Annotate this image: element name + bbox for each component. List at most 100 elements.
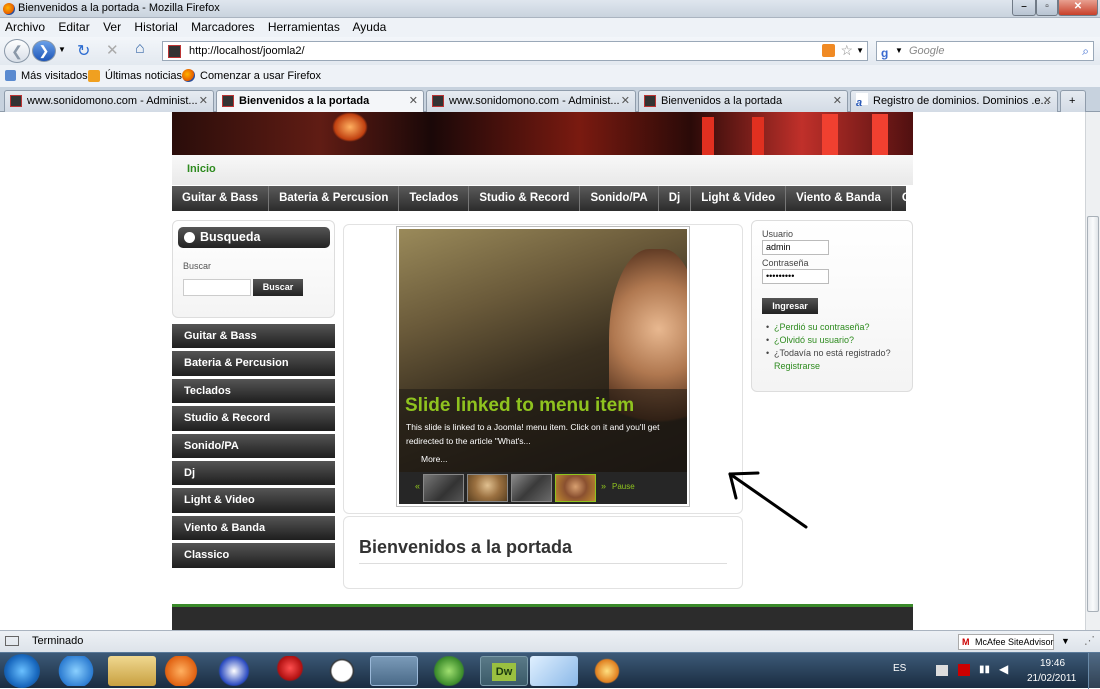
slide-pause-button[interactable]: Pause — [612, 482, 635, 491]
slide-more-link[interactable]: More... — [421, 454, 447, 464]
forgot-password-link[interactable]: ¿Perdió su contraseña? — [774, 322, 870, 332]
topnav-teclados[interactable]: Teclados — [399, 186, 470, 211]
minimize-button[interactable]: – — [1012, 0, 1036, 16]
top-navigation: Guitar & Bass Bateria & Percusion Teclad… — [172, 186, 949, 211]
slide-title[interactable]: Slide linked to menu item — [405, 395, 634, 417]
menu-ayuda[interactable]: Ayuda — [353, 20, 387, 34]
leftmenu-studio-record[interactable]: Studio & Record — [172, 406, 335, 431]
slide-thumbnail-4-active[interactable] — [555, 474, 596, 502]
topnav-bateria-percusion[interactable]: Bateria & Percusion — [269, 186, 400, 211]
paint-icon[interactable] — [583, 656, 631, 686]
addon-dropdown-icon[interactable]: ▼ — [1061, 631, 1070, 652]
tab-sonidomono-admin-1[interactable]: www.sonidomono.com - Administ... ✕ — [4, 90, 214, 112]
show-desktop-button[interactable] — [1088, 653, 1100, 689]
resize-grip-icon[interactable]: ⋰ — [1084, 631, 1095, 652]
bookmark-getting-started[interactable]: Comenzar a usar Firefox — [200, 65, 321, 87]
menu-archivo[interactable]: Archivo — [5, 20, 45, 34]
scrollbar-thumb[interactable] — [1087, 216, 1099, 612]
stop-icon[interactable]: ✕ — [106, 41, 119, 59]
file-explorer-icon[interactable] — [108, 656, 156, 686]
tab-registro-dominios[interactable]: a Registro de dominios. Dominios .e... ✕ — [850, 90, 1058, 112]
back-button[interactable]: ❮ — [4, 39, 30, 63]
leftmenu-classico[interactable]: Classico — [172, 543, 335, 568]
media-player-icon[interactable] — [157, 656, 205, 686]
register-link[interactable]: Registrarse — [774, 361, 820, 371]
rss-icon[interactable] — [822, 44, 835, 57]
leftmenu-dj[interactable]: Dj — [172, 460, 335, 486]
slide-prev-button[interactable]: « — [415, 481, 420, 491]
history-dropdown-icon[interactable]: ▼ — [58, 45, 66, 54]
topnav-studio-record[interactable]: Studio & Record — [469, 186, 581, 211]
clock-time[interactable]: 19:46 — [1040, 658, 1065, 669]
tray-mcafee-icon[interactable] — [958, 664, 970, 676]
menu-editar[interactable]: Editar — [58, 20, 89, 34]
tab-sonidomono-admin-2[interactable]: www.sonidomono.com - Administ... ✕ — [426, 90, 636, 112]
topnav-classico[interactable]: Classico — [892, 186, 959, 211]
menu-herramientas[interactable]: Herramientas — [268, 20, 340, 34]
bookmark-star-icon[interactable]: ☆ — [840, 41, 853, 59]
clock-app-icon[interactable] — [318, 656, 366, 686]
reload-icon[interactable]: ↻ — [77, 41, 90, 61]
password-input[interactable]: ••••••••• — [762, 269, 829, 284]
search-engine-dropdown-icon[interactable]: ▼ — [895, 42, 903, 60]
url-dropdown-icon[interactable]: ▼ — [856, 42, 864, 60]
slide-thumbnail-3[interactable] — [511, 474, 552, 502]
internet-explorer-icon[interactable] — [52, 656, 100, 686]
tab-close-icon[interactable]: ✕ — [833, 91, 842, 111]
slide-image[interactable]: Slide linked to menu item This slide is … — [399, 229, 687, 472]
forgot-username-link[interactable]: ¿Olvidó su usuario? — [774, 335, 854, 345]
leftmenu-guitar-bass[interactable]: Guitar & Bass — [172, 324, 335, 349]
mcafee-siteadvisor-button[interactable]: M McAfee SiteAdvisor — [958, 634, 1054, 650]
topnav-sonido-pa[interactable]: Sonido/PA — [580, 186, 659, 211]
url-bar[interactable]: http://localhost/joomla2/ ☆ ▼ — [162, 41, 868, 61]
tab-close-icon[interactable]: ✕ — [621, 91, 630, 111]
pin-app-icon[interactable] — [266, 656, 314, 686]
leftmenu-bateria-percusion[interactable]: Bateria & Percusion — [172, 351, 335, 376]
tray-network-icon[interactable]: ▮▮ — [979, 664, 990, 675]
leftmenu-viento-banda[interactable]: Viento & Banda — [172, 515, 335, 541]
tab-bienvenidos-active[interactable]: Bienvenidos a la portada ✕ — [216, 90, 424, 113]
clock-date[interactable]: 21/02/2011 — [1027, 673, 1076, 684]
slide-thumbnail-1[interactable] — [423, 474, 464, 502]
username-input[interactable]: admin — [762, 240, 829, 255]
tray-flag-icon[interactable] — [936, 665, 948, 676]
leftmenu-teclados[interactable]: Teclados — [172, 378, 335, 404]
search-magnifier-icon[interactable]: ⌕ — [1082, 42, 1089, 60]
network-app-icon[interactable] — [425, 656, 473, 686]
close-window-button[interactable]: ✕ — [1058, 0, 1098, 16]
bookmark-latest-news[interactable]: Últimas noticias — [105, 65, 182, 87]
search-input[interactable]: g ▼ Google ⌕ — [876, 41, 1094, 61]
inicio-link[interactable]: Inicio — [187, 163, 216, 175]
topnav-viento-banda[interactable]: Viento & Banda — [786, 186, 892, 211]
maximize-button[interactable]: ▫ — [1036, 0, 1058, 16]
forward-button[interactable]: ❯ — [32, 40, 56, 62]
search-submit-button[interactable]: Buscar — [253, 279, 303, 296]
site-search-input[interactable] — [183, 279, 251, 296]
start-button[interactable] — [4, 654, 40, 688]
tab-close-icon[interactable]: ✕ — [1043, 91, 1052, 111]
firefox-taskbar-button[interactable] — [370, 656, 418, 686]
slide-next-button[interactable]: » — [601, 481, 606, 491]
menu-ver[interactable]: Ver — [103, 20, 121, 34]
leftmenu-sonido-pa[interactable]: Sonido/PA — [172, 433, 335, 458]
messenger-icon[interactable] — [210, 656, 258, 686]
tab-close-icon[interactable]: ✕ — [409, 91, 418, 111]
tab-bienvenidos-2[interactable]: Bienvenidos a la portada ✕ — [638, 90, 848, 112]
new-tab-button[interactable]: + — [1060, 90, 1086, 112]
tray-volume-icon[interactable]: ◀ — [999, 662, 1008, 676]
tab-close-icon[interactable]: ✕ — [199, 91, 208, 111]
leftmenu-light-video[interactable]: Light & Video — [172, 488, 335, 513]
topnav-dj[interactable]: Dj — [659, 186, 692, 211]
language-indicator[interactable]: ES — [893, 663, 906, 674]
vertical-scrollbar[interactable] — [1085, 112, 1100, 630]
topnav-light-video[interactable]: Light & Video — [691, 186, 787, 211]
topnav-guitar-bass[interactable]: Guitar & Bass — [172, 186, 270, 211]
login-button[interactable]: Ingresar — [762, 298, 818, 314]
dreamweaver-icon[interactable]: Dw — [480, 656, 528, 686]
menu-historial[interactable]: Historial — [134, 20, 177, 34]
menu-marcadores[interactable]: Marcadores — [191, 20, 254, 34]
slide-thumbnail-2[interactable] — [467, 474, 508, 502]
notepad-icon[interactable] — [530, 656, 578, 686]
bookmark-most-visited[interactable]: Más visitados — [21, 65, 88, 87]
home-icon[interactable]: ⌂ — [135, 40, 145, 58]
